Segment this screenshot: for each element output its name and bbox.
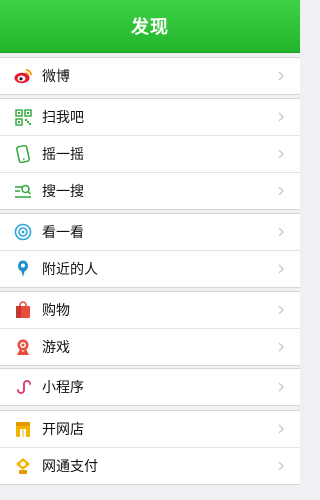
chevron-right-icon — [276, 227, 286, 237]
menu-item-label: 搜一搜 — [42, 184, 84, 200]
menu-item-label: 摇一摇 — [42, 147, 84, 163]
menu-item-label: 网通支付 — [42, 459, 98, 475]
menu-item-label: 开网店 — [42, 422, 84, 438]
location-pin-icon — [14, 260, 32, 278]
miniprogram-icon — [14, 378, 32, 396]
menu-item-label: 微博 — [42, 69, 70, 85]
menu-item-weibo[interactable]: 微博 — [0, 58, 300, 94]
menu-item-shake[interactable]: 摇一摇 — [0, 135, 300, 172]
menu-group-shop: 开网店 网通支付 — [0, 410, 300, 485]
chevron-right-icon — [276, 305, 286, 315]
menu-item-look[interactable]: 看一看 — [0, 214, 300, 250]
menu-item-label: 扫我吧 — [42, 110, 84, 126]
phone-shake-icon — [14, 145, 32, 163]
top-navigation-bar: 发现 — [0, 0, 300, 52]
menu-item-label: 小程序 — [42, 380, 84, 396]
chevron-right-icon — [276, 149, 286, 159]
menu-group-miniprogram: 小程序 — [0, 368, 300, 406]
chevron-right-icon — [276, 112, 286, 122]
menu-item-pay[interactable]: 网通支付 — [0, 447, 300, 484]
menu-item-openshop[interactable]: 开网店 — [0, 411, 300, 447]
menu-item-shopping[interactable]: 购物 — [0, 292, 300, 328]
chevron-right-icon — [276, 424, 286, 434]
payment-icon — [14, 457, 32, 475]
menu-item-label: 购物 — [42, 303, 70, 319]
shop-icon — [14, 420, 32, 438]
menu-group-social: 看一看 附近的人 — [0, 213, 300, 288]
menu-group-tools: 扫我吧 摇一摇 搜一搜 — [0, 98, 300, 210]
page-title: 发现 — [131, 17, 169, 38]
menu-item-nearby[interactable]: 附近的人 — [0, 250, 300, 287]
chevron-right-icon — [276, 186, 286, 196]
menu-item-label: 附近的人 — [42, 262, 98, 278]
chevron-right-icon — [276, 382, 286, 392]
menu-item-search[interactable]: 搜一搜 — [0, 172, 300, 209]
menu-item-miniprogram[interactable]: 小程序 — [0, 369, 300, 405]
chevron-right-icon — [276, 461, 286, 471]
chevron-right-icon — [276, 342, 286, 352]
eye-icon — [14, 223, 32, 241]
menu-item-games[interactable]: 游戏 — [0, 328, 300, 365]
menu-item-label: 看一看 — [42, 225, 84, 241]
menu-item-label: 游戏 — [42, 340, 70, 356]
menu-group-commerce: 购物 游戏 — [0, 291, 300, 366]
qr-scan-icon — [14, 108, 32, 126]
game-icon — [14, 338, 32, 356]
chevron-right-icon — [276, 71, 286, 81]
search-icon — [14, 182, 32, 200]
menu-group-weibo: 微博 — [0, 57, 300, 95]
menu-item-scan[interactable]: 扫我吧 — [0, 99, 300, 135]
chevron-right-icon — [276, 264, 286, 274]
weibo-icon — [14, 67, 32, 85]
shopping-bag-icon — [14, 301, 32, 319]
